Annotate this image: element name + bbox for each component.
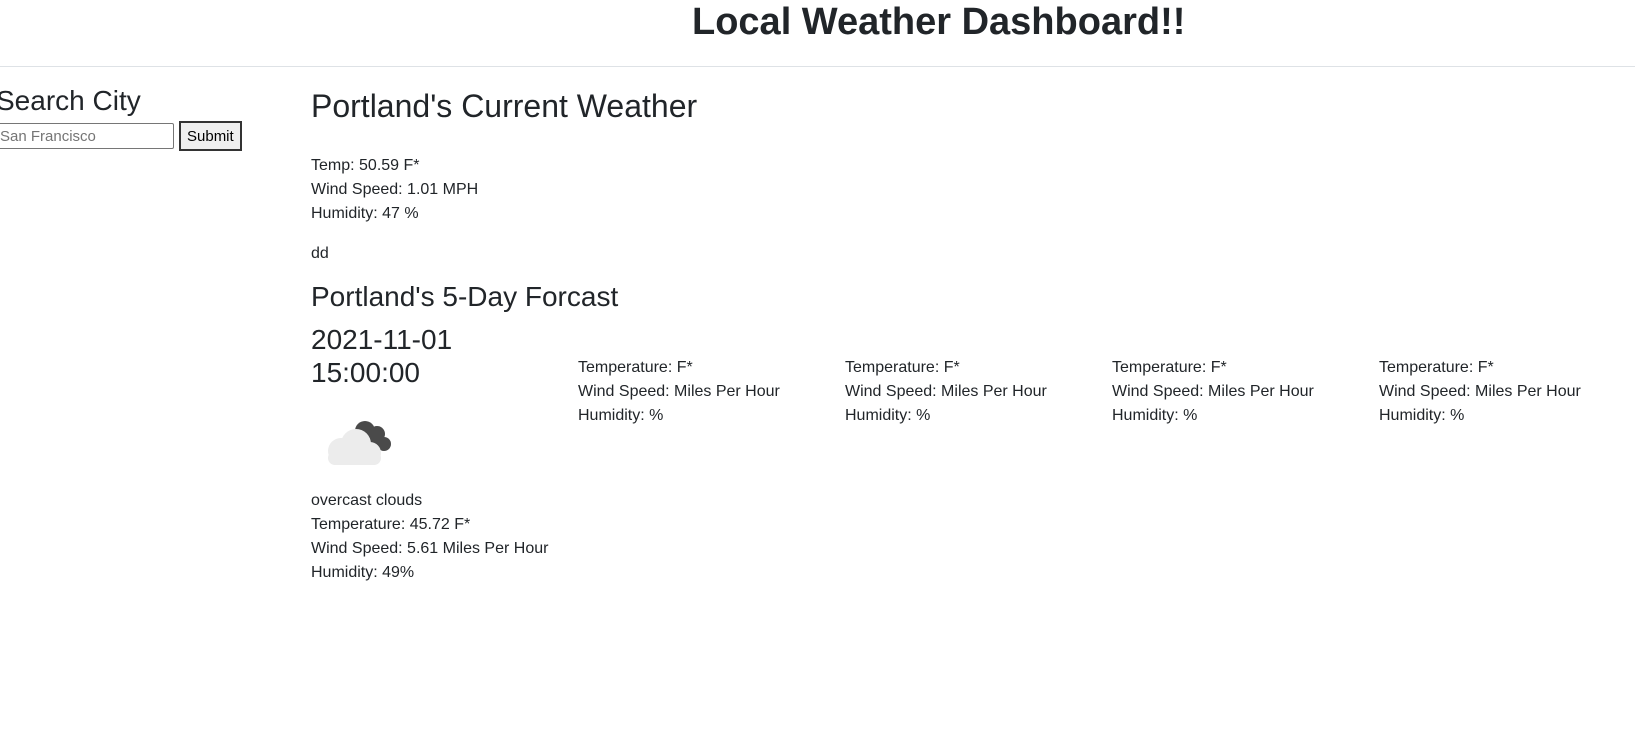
forecast-wind: Wind Speed: Miles Per Hour <box>578 383 780 400</box>
forecast-temperature: Temperature: 45.72 F* <box>311 516 471 533</box>
current-weather-stats: Temp: 50.59 F* Wind Speed: 1.01 MPH Humi… <box>311 154 697 226</box>
city-search-input[interactable] <box>0 123 174 149</box>
forecast-date: 2021-11-01 15:00:00 <box>311 323 548 389</box>
current-weather-title: Portland's Current Weather <box>311 88 698 124</box>
forecast-wind: Wind Speed: Miles Per Hour <box>1379 383 1581 400</box>
forecast-title: Portland's 5-Day Forcast <box>311 281 619 312</box>
sidebar: Search City Submit <box>0 84 256 151</box>
current-wind: Wind Speed: 1.01 MPH <box>311 181 479 198</box>
forecast-day-4: Temperature: F* Wind Speed: Miles Per Ho… <box>1112 356 1314 428</box>
current-humidity: Humidity: 47 % <box>311 205 419 222</box>
current-temp: Temp: 50.59 F* <box>311 157 420 174</box>
main-content: Portland's Current Weather Temp: 50.59 F… <box>311 84 697 317</box>
forecast-temperature: Temperature: F* <box>1112 359 1227 376</box>
cloud-icon <box>328 421 391 465</box>
forecast-wind: Wind Speed: 5.61 Miles Per Hour <box>311 540 549 557</box>
forecast-wind: Wind Speed: Miles Per Hour <box>1112 383 1314 400</box>
forecast-humidity: Humidity: 49% <box>311 564 415 581</box>
search-heading: Search City <box>0 85 141 116</box>
forecast-humidity: Humidity: % <box>845 407 931 424</box>
forecast-humidity: Humidity: % <box>578 407 664 424</box>
forecast-day-3: Temperature: F* Wind Speed: Miles Per Ho… <box>845 356 1047 428</box>
page-title: Local Weather Dashboard!! <box>692 1 1186 43</box>
forecast-humidity: Humidity: % <box>1379 407 1465 424</box>
forecast-temperature: Temperature: F* <box>845 359 960 376</box>
forecast-time-line: 15:00:00 <box>311 357 420 388</box>
submit-button[interactable]: Submit <box>179 121 242 151</box>
forecast-day-1: 2021-11-01 15:00:00 overcast clouds Temp… <box>311 323 548 585</box>
forecast-temperature: Temperature: F* <box>578 359 693 376</box>
forecast-date-line: 2021-11-01 <box>311 324 453 355</box>
header: Local Weather Dashboard!! <box>0 0 1635 67</box>
forecast-humidity: Humidity: % <box>1112 407 1198 424</box>
forecast-day-5: Temperature: F* Wind Speed: Miles Per Ho… <box>1379 356 1581 428</box>
search-form: Submit <box>0 121 256 151</box>
forecast-temperature: Temperature: F* <box>1379 359 1494 376</box>
forecast-wind: Wind Speed: Miles Per Hour <box>845 383 1047 400</box>
forecast-day-2: Temperature: F* Wind Speed: Miles Per Ho… <box>578 356 780 428</box>
forecast-description: overcast clouds <box>311 492 423 509</box>
page: Local Weather Dashboard!! Search City Su… <box>0 0 1635 740</box>
current-extra-text: dd <box>311 245 329 262</box>
